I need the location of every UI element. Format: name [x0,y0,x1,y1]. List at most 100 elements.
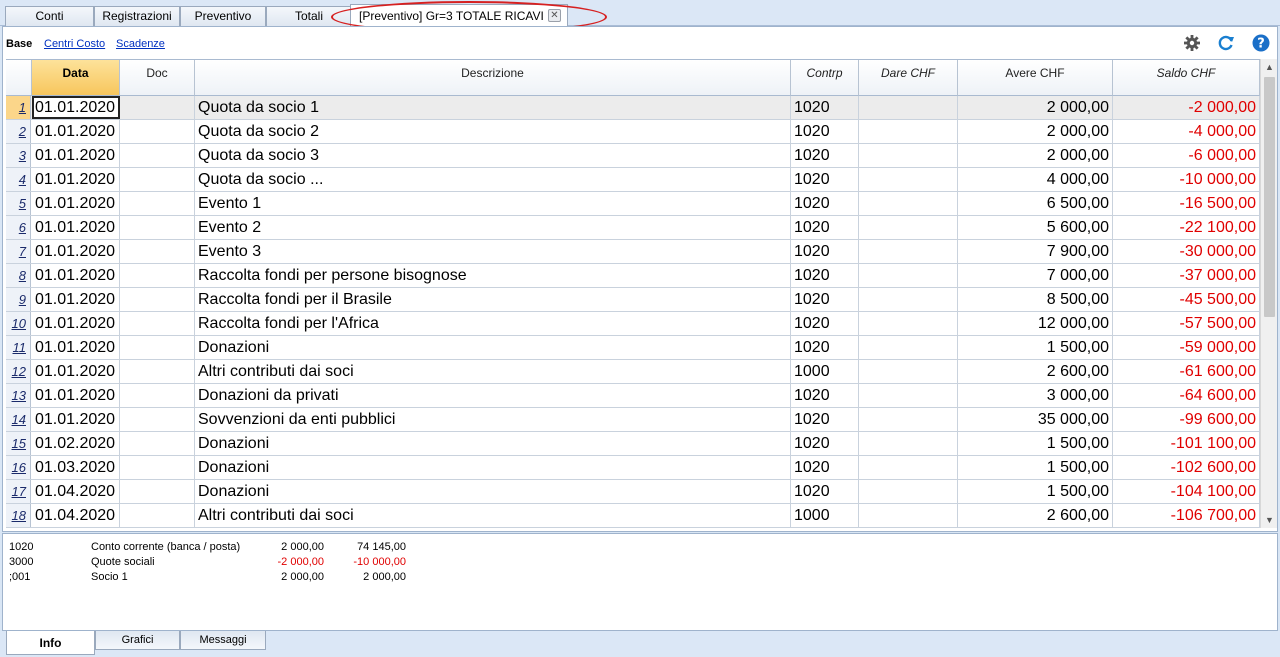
cell-descrizione[interactable]: Donazioni [195,336,791,359]
row-number[interactable]: 8 [6,264,31,287]
cell-data[interactable]: 01.01.2020 [32,360,120,383]
table-row[interactable]: 11 01.01.2020 Donazioni 1020 1 500,00 -59 000… [6,336,1260,360]
cell-dare[interactable] [859,168,958,191]
cell-descrizione[interactable]: Donazioni [195,456,791,479]
close-icon[interactable]: ✕ [548,9,561,22]
row-number[interactable]: 18 [6,504,31,527]
tab-preventivo[interactable]: Preventivo [180,6,266,26]
cell-data[interactable]: 01.01.2020 [32,264,120,287]
cell-dare[interactable] [859,432,958,455]
cell-dare[interactable] [859,120,958,143]
cell-avere[interactable]: 1 500,00 [958,432,1113,455]
table-row[interactable]: 7 01.01.2020 Evento 3 1020 7 900,00 -30 000,0… [6,240,1260,264]
tab-totali[interactable]: Totali [266,6,352,26]
cell-saldo[interactable]: -2 000,00 [1113,96,1260,119]
cell-dare[interactable] [859,96,958,119]
cell-avere[interactable]: 8 500,00 [958,288,1113,311]
cell-doc[interactable] [120,240,195,263]
cell-data[interactable]: 01.01.2020 [32,192,120,215]
cell-dare[interactable] [859,240,958,263]
cell-dare[interactable] [859,264,958,287]
cell-dare[interactable] [859,360,958,383]
scroll-thumb[interactable] [1264,77,1275,317]
cell-doc[interactable] [120,192,195,215]
cell-dare[interactable] [859,144,958,167]
cell-avere[interactable]: 2 600,00 [958,504,1113,527]
table-row[interactable]: 6 01.01.2020 Evento 2 1020 5 600,00 -22 100,0… [6,216,1260,240]
cell-descrizione[interactable]: Evento 1 [195,192,791,215]
cell-dare[interactable] [859,408,958,431]
cell-doc[interactable] [120,216,195,239]
refresh-icon[interactable] [1217,34,1235,52]
cell-descrizione[interactable]: Donazioni da privati [195,384,791,407]
cell-data[interactable]: 01.01.2020 [32,288,120,311]
cell-avere[interactable]: 4 000,00 [958,168,1113,191]
column-header-doc[interactable]: Doc [120,60,195,96]
cell-doc[interactable] [120,504,195,527]
row-number[interactable]: 14 [6,408,31,431]
cell-avere[interactable]: 1 500,00 [958,456,1113,479]
row-number[interactable]: 15 [6,432,31,455]
cell-contrp[interactable]: 1020 [791,432,859,455]
cell-avere[interactable]: 1 500,00 [958,480,1113,503]
cell-doc[interactable] [120,168,195,191]
table-row[interactable]: 18 01.04.2020 Altri contributi dai soci 100… [6,504,1260,528]
cell-saldo[interactable]: -104 100,00 [1113,480,1260,503]
cell-dare[interactable] [859,336,958,359]
cell-dare[interactable] [859,456,958,479]
cell-doc[interactable] [120,96,195,119]
cell-data[interactable]: 01.01.2020 [32,312,120,335]
cell-contrp[interactable]: 1020 [791,192,859,215]
gear-icon[interactable] [1183,34,1201,52]
cell-descrizione[interactable]: Raccolta fondi per persone bisognose [195,264,791,287]
cell-data[interactable]: 01.01.2020 [32,240,120,263]
cell-data[interactable]: 01.01.2020 [32,384,120,407]
cell-dare[interactable] [859,288,958,311]
cell-descrizione[interactable]: Donazioni [195,432,791,455]
column-header-saldo[interactable]: Saldo CHF [1113,60,1260,96]
cell-saldo[interactable]: -101 100,00 [1113,432,1260,455]
cell-doc[interactable] [120,432,195,455]
tab-conti[interactable]: Conti [5,6,94,26]
table-row[interactable]: 16 01.03.2020 Donazioni 1020 1 500,00 -102 60… [6,456,1260,480]
row-number[interactable]: 17 [6,480,31,503]
cell-data[interactable]: 01.01.2020 [32,216,120,239]
cell-descrizione[interactable]: Evento 3 [195,240,791,263]
cell-doc[interactable] [120,384,195,407]
tab-preventivo-totale-ricavi[interactable]: [Preventivo] Gr=3 TOTALE RICAVI ✕ [350,4,568,27]
cell-descrizione[interactable]: Altri contributi dai soci [195,360,791,383]
row-number[interactable]: 3 [6,144,31,167]
cell-doc[interactable] [120,408,195,431]
cell-avere[interactable]: 2 000,00 [958,96,1113,119]
scroll-down-icon[interactable]: ▼ [1264,513,1275,527]
cell-doc[interactable] [120,120,195,143]
cell-saldo[interactable]: -106 700,00 [1113,504,1260,527]
cell-data[interactable]: 01.01.2020 [32,144,120,167]
cell-contrp[interactable]: 1020 [791,240,859,263]
cell-avere[interactable]: 7 000,00 [958,264,1113,287]
table-row[interactable]: 15 01.02.2020 Donazioni 1020 1 500,00 -101 10… [6,432,1260,456]
scroll-up-icon[interactable]: ▲ [1264,60,1275,74]
cell-saldo[interactable]: -59 000,00 [1113,336,1260,359]
cell-contrp[interactable]: 1020 [791,120,859,143]
cell-data[interactable]: 01.01.2020 [32,96,120,119]
cell-descrizione[interactable]: Quota da socio 2 [195,120,791,143]
cell-contrp[interactable]: 1020 [791,264,859,287]
row-number[interactable]: 7 [6,240,31,263]
cell-saldo[interactable]: -16 500,00 [1113,192,1260,215]
cell-data[interactable]: 01.01.2020 [32,120,120,143]
cell-avere[interactable]: 2 000,00 [958,144,1113,167]
cell-data[interactable]: 01.01.2020 [32,168,120,191]
tab-messaggi[interactable]: Messaggi [180,631,266,650]
cell-contrp[interactable]: 1020 [791,384,859,407]
cell-contrp[interactable]: 1020 [791,480,859,503]
cell-descrizione[interactable]: Quota da socio ... [195,168,791,191]
table-row[interactable]: 17 01.04.2020 Donazioni 1020 1 500,00 -104 10… [6,480,1260,504]
cell-contrp[interactable]: 1020 [791,144,859,167]
table-row[interactable]: 3 01.01.2020 Quota da socio 3 1020 2 000,00-… [6,144,1260,168]
row-number[interactable]: 13 [6,384,31,407]
cell-saldo[interactable]: -22 100,00 [1113,216,1260,239]
cell-dare[interactable] [859,192,958,215]
cell-contrp[interactable]: 1020 [791,312,859,335]
cell-dare[interactable] [859,504,958,527]
